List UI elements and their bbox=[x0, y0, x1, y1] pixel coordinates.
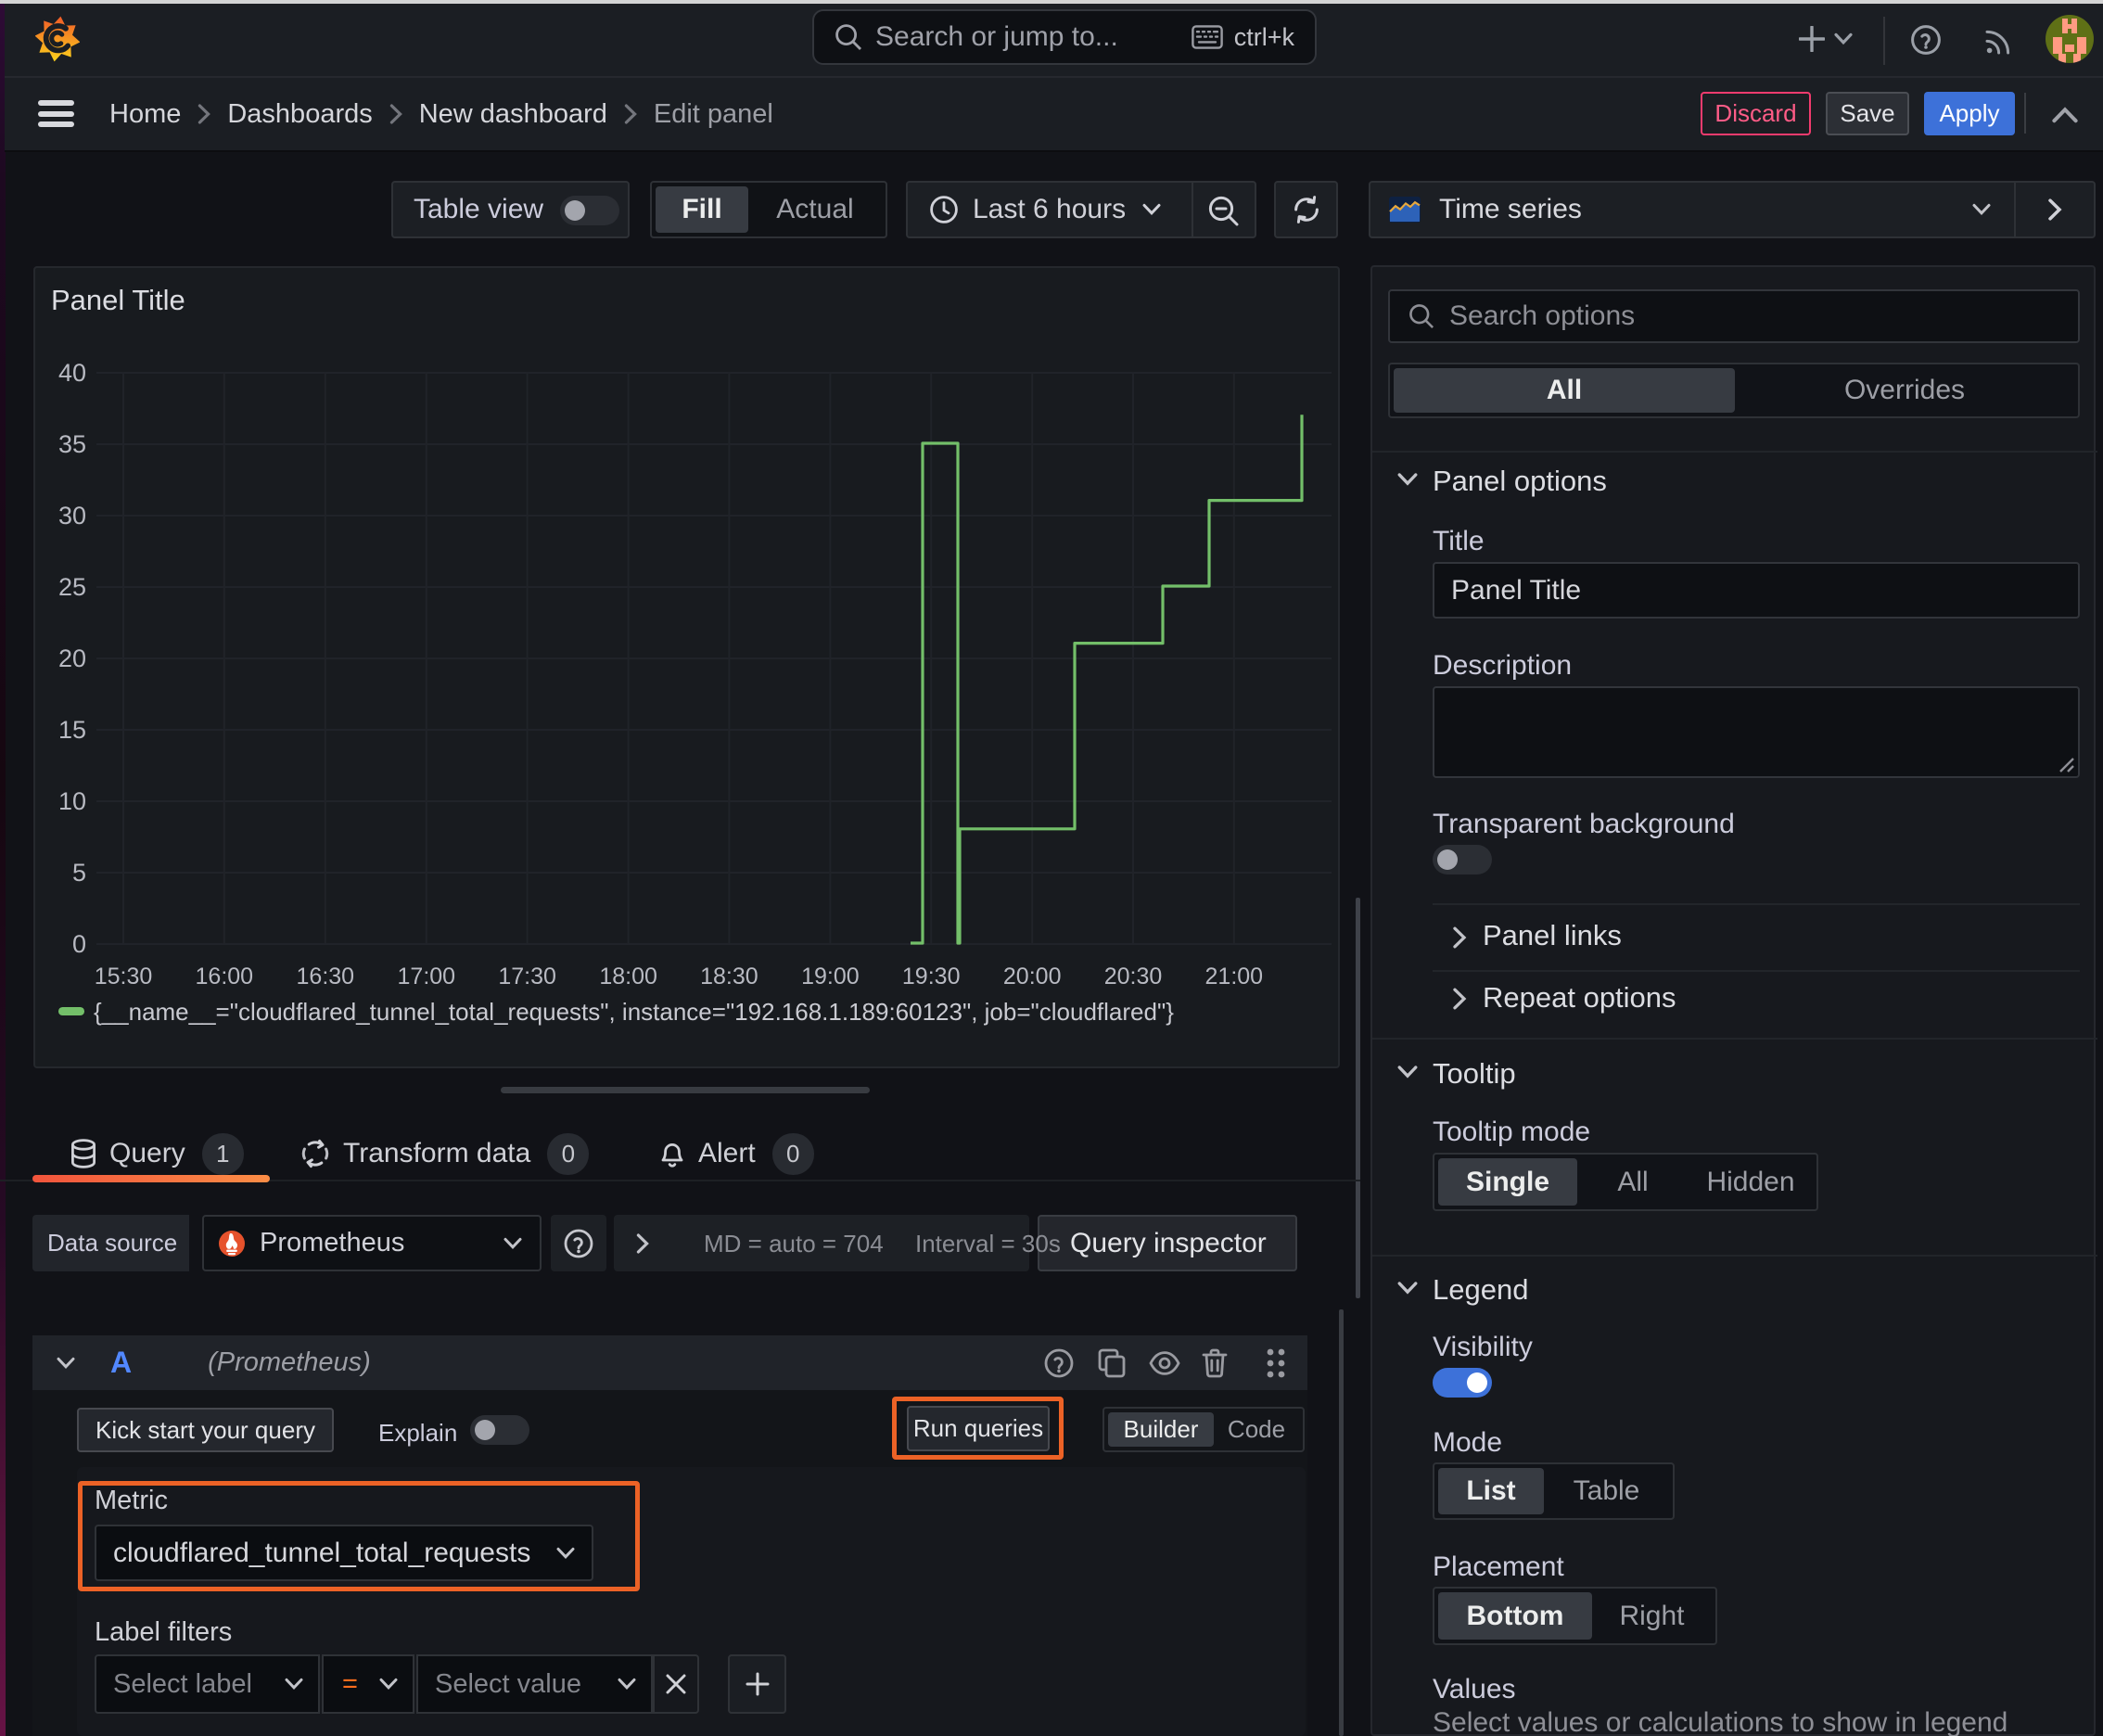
svg-text:20:00: 20:00 bbox=[1003, 964, 1062, 989]
svg-text:18:30: 18:30 bbox=[700, 964, 758, 989]
svg-text:16:30: 16:30 bbox=[297, 964, 355, 989]
svg-text:20:30: 20:30 bbox=[1104, 964, 1163, 989]
svg-text:17:30: 17:30 bbox=[498, 964, 556, 989]
svg-text:10: 10 bbox=[58, 787, 86, 815]
svg-text:25: 25 bbox=[58, 573, 86, 601]
svg-text:20: 20 bbox=[58, 645, 86, 672]
svg-text:19:30: 19:30 bbox=[902, 964, 961, 989]
svg-text:17:00: 17:00 bbox=[398, 964, 456, 989]
svg-text:40: 40 bbox=[58, 359, 86, 387]
svg-text:5: 5 bbox=[72, 859, 86, 887]
svg-text:16:00: 16:00 bbox=[196, 964, 254, 989]
svg-text:35: 35 bbox=[58, 430, 86, 458]
svg-text:30: 30 bbox=[58, 502, 86, 530]
svg-text:15: 15 bbox=[58, 716, 86, 744]
svg-text:18:00: 18:00 bbox=[599, 964, 657, 989]
svg-text:15:30: 15:30 bbox=[95, 964, 153, 989]
svg-text:21:00: 21:00 bbox=[1205, 964, 1264, 989]
svg-text:0: 0 bbox=[72, 930, 86, 958]
svg-text:{__name__="cloudflared_tunnel_: {__name__="cloudflared_tunnel_total_requ… bbox=[94, 998, 1174, 1026]
svg-text:19:00: 19:00 bbox=[801, 964, 860, 989]
